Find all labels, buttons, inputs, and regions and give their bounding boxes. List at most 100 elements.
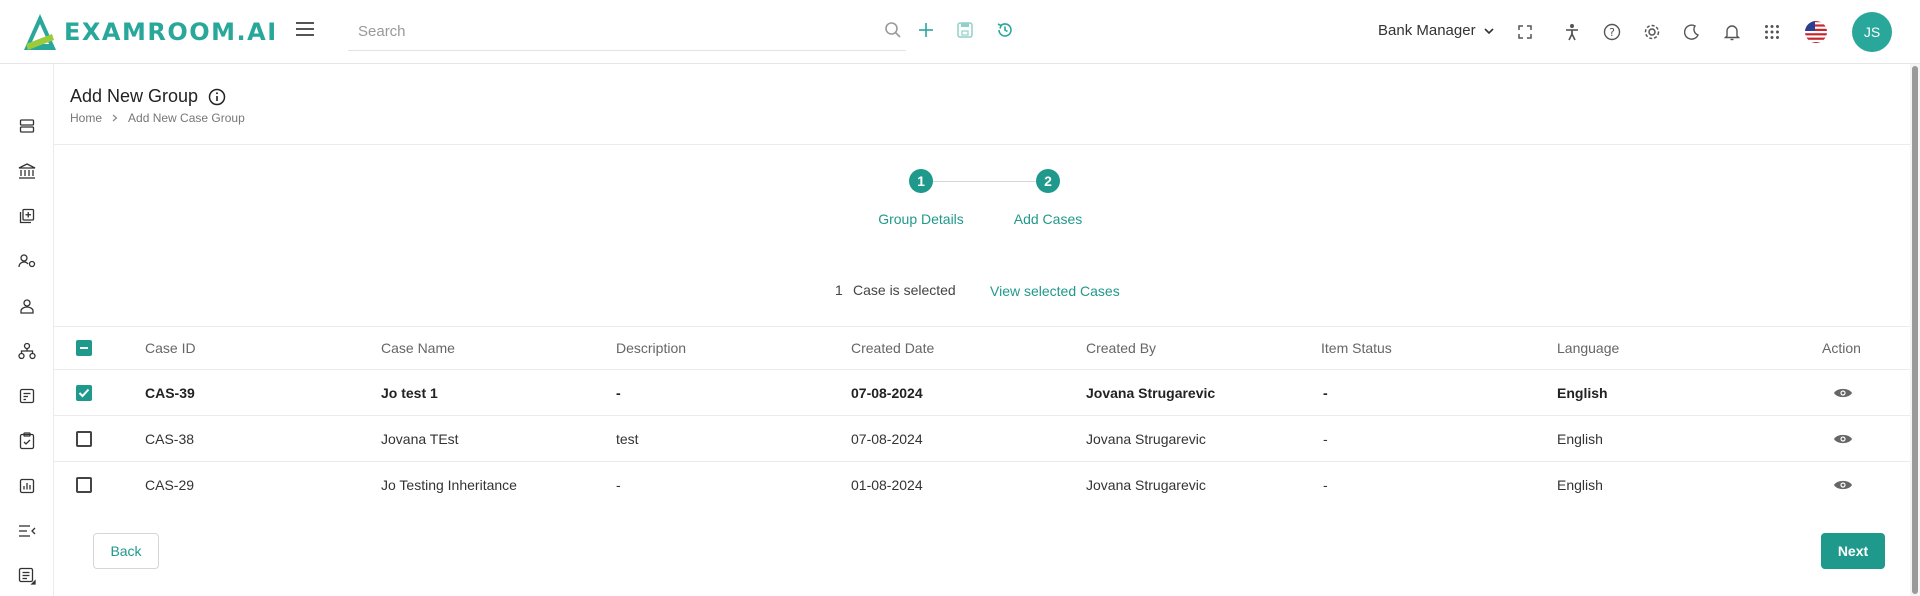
apps-grid-icon[interactable] [1762,22,1782,42]
indeterminate-dash-icon [80,347,88,349]
page-title: Add New Group [70,86,226,107]
cell-case-name: Jo Testing Inheritance [381,477,517,493]
settings-icon[interactable] [1642,22,1662,42]
vertical-scrollbar[interactable] [1910,64,1920,596]
add-library-icon[interactable] [17,206,37,226]
user-icon[interactable] [17,296,37,316]
back-button[interactable]: Back [93,533,159,569]
logo-text: EXAMROOM.AI [64,18,278,46]
help-icon[interactable]: ? [1602,22,1622,42]
breadcrumb-home-link[interactable]: Home [70,111,102,125]
role-label: Bank Manager [1378,22,1476,39]
view-eye-icon[interactable] [1833,479,1853,491]
search-icon[interactable] [883,20,903,40]
logo[interactable]: EXAMROOM.AI [22,12,278,52]
view-eye-icon[interactable] [1833,387,1853,399]
top-bar: EXAMROOM.AI Bank Manager ? [0,0,1920,64]
cell-item-status: - [1323,477,1328,493]
scrollbar-thumb[interactable] [1912,66,1918,594]
cell-case-name: Jovana TEst [381,430,459,447]
us-flag-icon[interactable] [1803,19,1829,45]
view-eye-icon[interactable] [1833,433,1853,445]
header-language[interactable]: Language [1557,327,1619,369]
cell-language: English [1557,477,1603,493]
hierarchy-icon[interactable] [17,341,37,361]
step-1-label: Group Details [878,211,964,227]
row-select-cell [76,416,92,461]
table-row[interactable]: CAS-38 Jovana TEst test 07-08-2024 Jovan… [54,416,1910,462]
cell-case-id: CAS-29 [145,477,195,493]
row-checkbox[interactable] [76,430,92,447]
table-row[interactable]: CAS-39 Jo test 1 - 07-08-2024 Jovana Str… [54,370,1910,416]
row-checkbox[interactable] [76,384,92,401]
row-select-cell [76,370,92,415]
cell-item-status: - [1323,430,1328,447]
cell-created-by: Jovana Strugarevic [1086,430,1206,447]
cases-table: Case ID Case Name Description Created Da… [54,326,1910,508]
search-bar [348,14,906,51]
header-created-date[interactable]: Created Date [851,327,934,369]
cell-created-date: 07-08-2024 [851,430,923,447]
role-dropdown[interactable]: Bank Manager [1378,22,1494,39]
accessibility-icon[interactable] [1562,22,1582,42]
header-action: Action [1822,340,1861,356]
checkmark-icon [78,388,90,397]
step-2-number: 2 [1044,173,1052,189]
cell-description: - [616,384,621,401]
info-icon[interactable] [208,88,226,106]
server-icon[interactable] [17,116,37,136]
clipboard-icon[interactable] [17,431,37,451]
header-case-name[interactable]: Case Name [381,327,455,369]
step-2-label: Add Cases [1013,211,1083,227]
list-collapse-icon[interactable] [17,521,37,541]
cell-created-date: 01-08-2024 [851,477,923,493]
user-settings-icon[interactable] [17,251,37,271]
notifications-icon[interactable] [1722,22,1742,42]
selected-count: 1 [835,282,843,298]
sidebar [0,64,54,596]
bank-icon[interactable] [17,161,37,181]
header-case-id[interactable]: Case ID [145,327,196,369]
cell-case-name: Jo test 1 [381,384,438,401]
table-row[interactable]: CAS-29 Jo Testing Inheritance - 01-08-20… [54,462,1910,508]
avatar[interactable]: JS [1852,12,1892,52]
select-all-cell [76,327,92,369]
cell-description: test [616,430,639,447]
step-2-circle: 2 [1036,169,1060,193]
row-select-cell [76,462,92,508]
cell-language: English [1557,384,1608,401]
cell-created-date: 07-08-2024 [851,384,923,401]
header-item-status[interactable]: Item Status [1321,327,1392,369]
row-checkbox[interactable] [76,477,92,493]
step-1-number: 1 [917,173,925,189]
stepper-connector [932,181,1050,182]
cell-action [1833,462,1853,508]
chevron-down-icon [1483,27,1494,34]
cell-case-id: CAS-38 [145,430,195,447]
page-title-text: Add New Group [70,86,199,106]
cell-created-by: Jovana Strugarevic [1086,477,1206,493]
menu-toggle-icon[interactable] [296,22,314,38]
history-icon[interactable] [995,20,1015,40]
search-input[interactable] [348,14,906,48]
document-edit-icon[interactable] [17,386,37,406]
chevron-right-icon [112,114,118,122]
next-button[interactable]: Next [1821,533,1885,569]
header-created-by[interactable]: Created By [1086,327,1156,369]
logo-mark-icon [24,14,56,50]
fullscreen-icon[interactable] [1515,22,1535,42]
dark-mode-icon[interactable] [1682,22,1702,42]
add-icon[interactable] [916,20,936,40]
table-header-row: Case ID Case Name Description Created Da… [54,326,1910,370]
report-chart-icon[interactable] [17,476,37,496]
cell-action [1833,370,1853,415]
cell-created-by: Jovana Strugarevic [1086,384,1216,401]
breadcrumb-current: Add New Case Group [128,111,245,125]
table-doc-icon[interactable] [17,566,37,586]
page-header: Add New Group Home Add New Case Group [54,64,1910,145]
view-selected-cases-link[interactable]: View selected Cases [990,283,1120,299]
header-description[interactable]: Description [616,327,686,369]
select-all-checkbox[interactable] [76,340,92,356]
save-icon[interactable] [955,20,975,40]
cell-item-status: - [1323,384,1328,401]
